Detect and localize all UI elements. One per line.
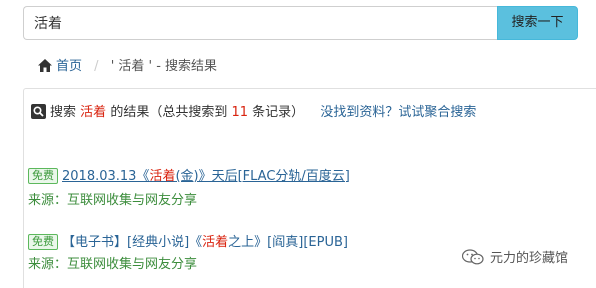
search-bar: 搜索一下: [23, 6, 578, 40]
summary-keyword: 活着: [80, 105, 107, 120]
breadcrumb-separator: /: [94, 59, 99, 74]
breadcrumb-home-label: 首页: [56, 59, 83, 74]
title-before: 【电子书】[经典小说]《: [62, 235, 203, 250]
summary-middle: 的结果（总共搜索到: [110, 105, 228, 120]
breadcrumb-current: ' 活着 ' - 搜索结果: [110, 59, 218, 74]
result-title-link[interactable]: 【电子书】[经典小说]《活着之上》[阎真][EPUB]: [62, 235, 348, 250]
home-icon: [38, 59, 52, 76]
result-item-1: 免费 2018.03.13《活着(金)》天后[FLAC分轨/百度云]: [28, 165, 350, 184]
title-highlight: 活着: [149, 169, 176, 184]
breadcrumb: 首页 / ' 活着 ' - 搜索结果: [38, 55, 217, 76]
search-icon: [31, 104, 46, 123]
title-after: 之上》[阎真][EPUB]: [228, 235, 348, 250]
wechat-icon: [461, 249, 484, 269]
summary-count: 11: [231, 105, 249, 120]
title-after: (金)》天后[FLAC分轨/百度云]: [175, 169, 350, 184]
result-title-link[interactable]: 2018.03.13《活着(金)》天后[FLAC分轨/百度云]: [62, 169, 350, 184]
summary-prefix: 搜索: [50, 105, 77, 120]
result-summary: 搜索 活着 的结果（总共搜索到 11 条记录） 没找到资料？试试聚合搜索: [31, 101, 476, 123]
summary-suffix: 条记录）: [252, 105, 305, 120]
free-badge: 免费: [28, 234, 58, 250]
title-highlight: 活着: [202, 235, 229, 250]
watermark-text: 元力的珍藏馆: [490, 251, 569, 266]
free-badge: 免费: [28, 168, 58, 184]
title-before: 2018.03.13《: [62, 169, 150, 184]
aggregate-search-link[interactable]: 没找到资料？试试聚合搜索: [320, 105, 476, 120]
search-input[interactable]: [23, 6, 497, 40]
result-source-2: 来源：互联网收集与网友分享: [28, 257, 198, 272]
result-source-1: 来源：互联网收集与网友分享: [28, 193, 198, 208]
breadcrumb-home-link[interactable]: 首页: [38, 59, 86, 74]
watermark: 元力的珍藏馆: [461, 247, 569, 269]
search-button[interactable]: 搜索一下: [497, 6, 578, 40]
result-item-2: 免费 【电子书】[经典小说]《活着之上》[阎真][EPUB]: [28, 231, 348, 250]
